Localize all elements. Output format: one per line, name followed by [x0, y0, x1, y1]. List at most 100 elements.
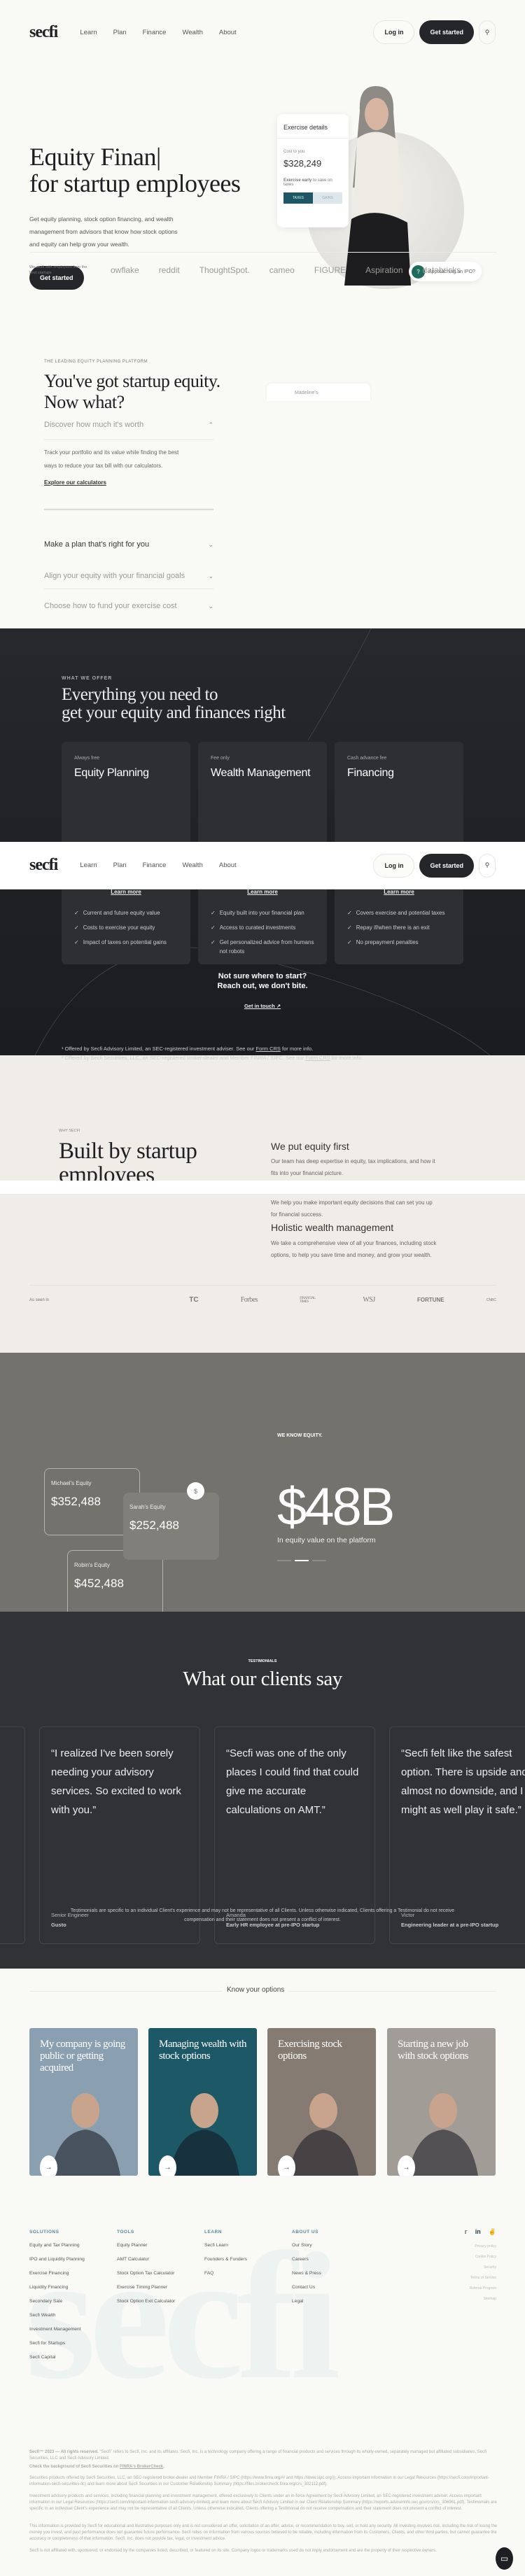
footer-link[interactable]: AMT Calculator [117, 2257, 175, 2262]
sticky-header: secfi Learn Plan Finance Wealth About Lo… [0, 842, 525, 889]
form-crs-link[interactable]: Form CRS [256, 1046, 281, 1052]
arrow-right-icon[interactable]: → [40, 2155, 57, 2176]
feature-text: Repay if/when there is an exit [356, 924, 430, 931]
footer-link[interactable]: Secondary Sale [29, 2299, 85, 2304]
offer-kicker: WHAT WE OFFER [62, 676, 113, 681]
legal-link[interactable]: Referral Program [470, 2286, 496, 2290]
carousel-dot[interactable] [295, 1560, 309, 1561]
form-crs-link[interactable]: Form CRS [305, 1055, 330, 1061]
arrow-right-icon[interactable]: → [278, 2155, 295, 2176]
search-icon: ⚲ [484, 28, 490, 36]
nav-wealth[interactable]: Wealth [182, 29, 202, 36]
nav-wealth[interactable]: Wealth [182, 861, 202, 869]
check-icon: ✓ [211, 924, 216, 931]
arrow-right-icon[interactable]: → [159, 2155, 176, 2176]
footer-link[interactable]: News & Press [292, 2271, 321, 2276]
accordion-label: Discover how much it's worth [44, 421, 144, 429]
footer-link[interactable]: Stock Option Tax Calculator [117, 2271, 175, 2276]
learn-more-link[interactable]: Learn more [335, 889, 463, 895]
footer-link[interactable]: Founders & Funders [204, 2257, 247, 2262]
learn-more-link[interactable]: Learn more [62, 889, 190, 895]
portfolio-preview-name: Madeline's [295, 390, 318, 395]
nav-finance[interactable]: Finance [143, 861, 167, 869]
nav-plan[interactable]: Plan [113, 29, 127, 36]
footer-link[interactable]: Exercise Financing [29, 2271, 85, 2276]
hero-title-line2: for startup employees [29, 169, 241, 197]
get-started-button[interactable]: Get started [419, 20, 474, 44]
legal-link[interactable]: Cookie Policy [470, 2255, 496, 2259]
carousel-dot[interactable] [277, 1560, 291, 1561]
option-card[interactable]: My company is going public or getting ac… [29, 2028, 138, 2176]
nav-learn[interactable]: Learn [80, 29, 97, 36]
option-card[interactable]: Exercising stock options → [267, 2028, 376, 2176]
option-card[interactable]: Starting a new job with stock options → [387, 2028, 496, 2176]
footer-link[interactable]: Secfi Learn [204, 2243, 247, 2248]
search-button[interactable]: ⚲ [479, 20, 496, 44]
footnote-text: ¹ Offered by Secfi Advisory Limited, an … [62, 1046, 256, 1052]
login-button[interactable]: Log in [373, 853, 415, 878]
secfi-logo[interactable]: secfi [29, 856, 58, 875]
footer-link[interactable]: IPO and Liquidity Planning [29, 2257, 85, 2262]
arrow-right-icon[interactable]: → [398, 2155, 415, 2176]
accordion-item-fund[interactable]: Choose how to fund your exercise cost ⌄ [44, 600, 214, 612]
learn-more-link[interactable]: Learn more [198, 889, 327, 895]
divider [44, 439, 214, 440]
footer-link[interactable]: FAQ [204, 2271, 247, 2276]
feature-list: ✓ Covers exercise and potential taxes ✓ Re… [347, 908, 452, 952]
chat-widget-button[interactable]: ▭ [496, 2547, 513, 2570]
footer-link[interactable]: Equity and Tax Planning [29, 2243, 85, 2248]
divider [29, 1285, 496, 1286]
nav-learn[interactable]: Learn [80, 861, 97, 869]
footer-link[interactable]: Secfi Wealth [29, 2313, 85, 2318]
accordion-item-goals[interactable]: Align your equity with your financial go… [44, 570, 214, 582]
nav-about[interactable]: About [219, 861, 237, 869]
accordion-item-plan[interactable]: Make a plan that's right for you ⌄ [44, 538, 214, 551]
search-button[interactable]: ⚲ [479, 853, 496, 878]
tab-taxes[interactable]: TAXES [284, 192, 313, 204]
footer-link[interactable]: Exercise Timing Planner [117, 2285, 175, 2290]
check-icon: ✓ [74, 939, 79, 945]
footer-link[interactable]: Investment Management [29, 2327, 85, 2332]
angellist-icon[interactable]: ✌ [489, 2228, 496, 2236]
nav-plan[interactable]: Plan [113, 861, 127, 869]
legal-link[interactable]: Terms of Service [470, 2276, 496, 2280]
footer-link[interactable]: Equity Planner [117, 2243, 175, 2248]
linkedin-icon[interactable]: in [475, 2228, 481, 2236]
nav-about[interactable]: About [219, 29, 237, 36]
footer-link[interactable]: Liquidity Financing [29, 2285, 85, 2290]
logo-techcrunch: TC [189, 1296, 199, 1304]
option-card[interactable]: Managing wealth with stock options → [148, 2028, 257, 2176]
footer-link[interactable]: Legal [292, 2299, 321, 2304]
twitter-icon[interactable]: 𝕣 [464, 2228, 467, 2236]
accordion-item-worth[interactable]: Discover how much it's worth ⌃ [44, 418, 214, 431]
nav-finance[interactable]: Finance [143, 29, 167, 36]
tab-gains[interactable]: GAINS [313, 192, 342, 204]
get-started-button[interactable]: Get started [419, 853, 474, 878]
secfi-logo[interactable]: secfi [29, 23, 58, 42]
footer-link[interactable]: Secfi Capital [29, 2355, 85, 2360]
copyright-bold: Secfi™ 2023 — All rights reserved. [29, 2450, 99, 2454]
cost-label: Cost to you [284, 150, 305, 154]
legal-link[interactable]: Security [470, 2265, 496, 2269]
brokercheck-line: Check the background of Secfi Securities… [29, 2464, 498, 2470]
login-button[interactable]: Log in [373, 20, 415, 44]
footnote-text: ² Offered by Secfi Securities, LLC, an S… [62, 1055, 306, 1061]
legal-link[interactable]: Privacy policy [470, 2244, 496, 2248]
testimonial-role: Gusto [51, 1922, 66, 1928]
brokercheck-link[interactable]: FINRA's BrokerCheck [120, 2465, 163, 2469]
broker-text: . [163, 2465, 164, 2469]
footer-column: LEARN Secfi Learn Founders & Funders FAQ [204, 2230, 247, 2285]
affiliation-disclosure: Secfi is not affiliated with, sponsored,… [29, 2549, 437, 2553]
why-title-line1: Built by startup [59, 1139, 197, 1164]
footer-link[interactable]: Secfi for Startups [29, 2341, 85, 2346]
footer-link[interactable]: Contact Us [292, 2285, 321, 2290]
legal-link[interactable]: Sitemap [470, 2297, 496, 2301]
get-in-touch-link[interactable]: Get in touch ↗ [0, 1003, 525, 1009]
footer-link[interactable]: Careers [292, 2257, 321, 2262]
testimonial-card-partial [0, 1726, 25, 1944]
explore-calculators-link[interactable]: Explore our calculators [44, 479, 214, 486]
footer-link[interactable]: Our Story [292, 2243, 321, 2248]
footer-link[interactable]: Stock Option Exit Calculator [117, 2299, 175, 2304]
why-point-body: We help you make important equity decisi… [271, 1199, 433, 1218]
carousel-dot[interactable] [312, 1560, 326, 1561]
